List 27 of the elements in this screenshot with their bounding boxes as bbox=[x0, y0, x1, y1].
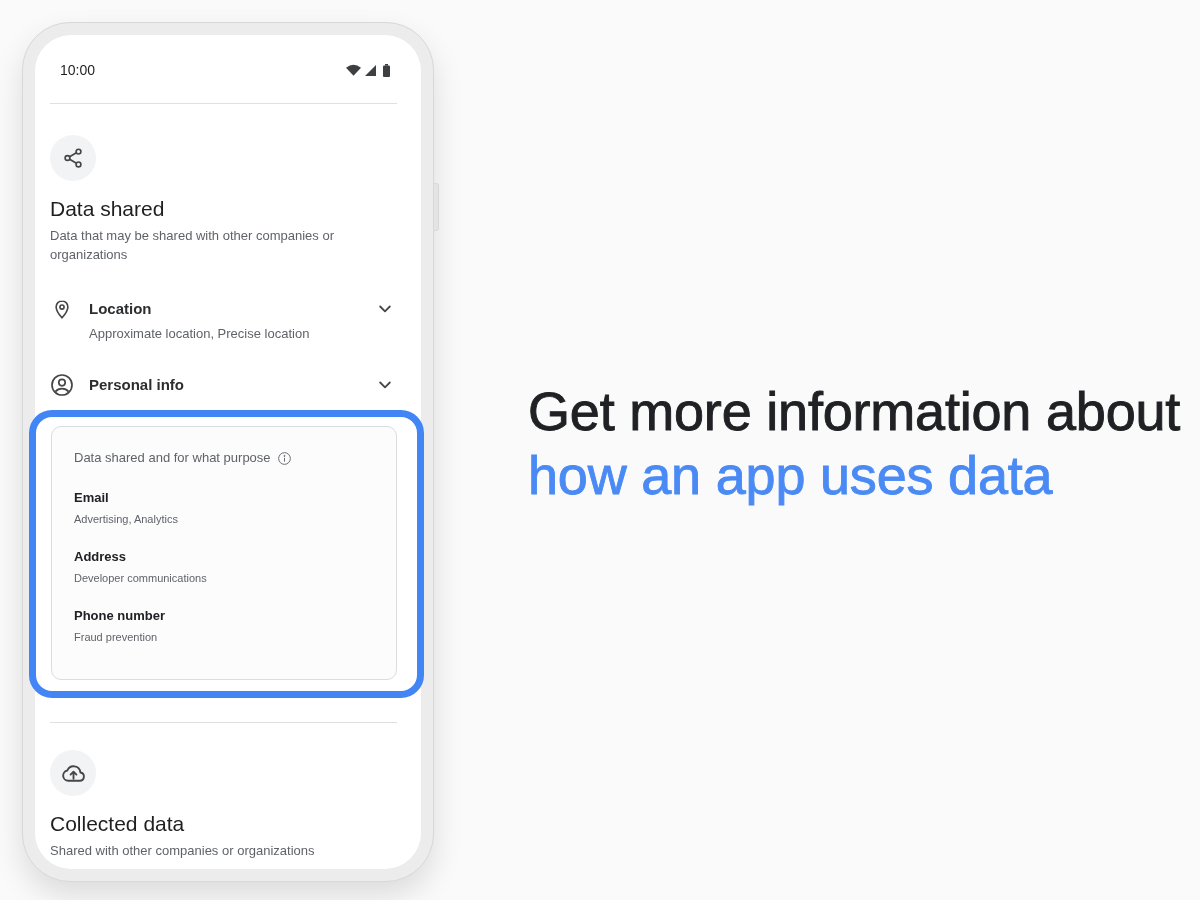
category-details: Approximate location, Precise location bbox=[89, 325, 311, 343]
battery-icon bbox=[383, 63, 390, 77]
data-purpose: Fraud prevention bbox=[74, 630, 159, 645]
chevron-down-icon[interactable] bbox=[379, 381, 391, 389]
headline-accent-text: how an app uses data bbox=[528, 444, 1054, 507]
section-description: Shared with other companies or organizations bbox=[50, 842, 316, 860]
section-title: Data shared bbox=[50, 196, 166, 222]
section-title: Collected data bbox=[50, 811, 186, 837]
share-icon bbox=[50, 135, 96, 181]
cloud-upload-icon bbox=[50, 750, 96, 796]
category-title[interactable]: Location bbox=[89, 299, 364, 319]
signal-icon bbox=[365, 64, 376, 76]
data-type-name: Phone number bbox=[74, 607, 166, 625]
data-purpose: Developer communications bbox=[74, 571, 208, 586]
category-title[interactable]: Personal info bbox=[89, 375, 364, 395]
section-description: Data that may be shared with other companies or organizations bbox=[50, 227, 335, 264]
data-purpose: Advertising, Analytics bbox=[74, 512, 179, 527]
headline-text: Get more information about bbox=[528, 380, 1181, 443]
chevron-down-icon[interactable] bbox=[379, 305, 391, 313]
info-icon[interactable] bbox=[277, 451, 291, 465]
status-time: 10:00 bbox=[60, 61, 96, 80]
person-circle-icon bbox=[51, 374, 73, 396]
data-type-name: Email bbox=[74, 489, 110, 507]
location-pin-icon bbox=[55, 299, 69, 319]
data-type-name: Address bbox=[74, 548, 128, 566]
wifi-icon bbox=[346, 64, 361, 76]
card-title: Data shared and for what purpose bbox=[74, 449, 271, 467]
